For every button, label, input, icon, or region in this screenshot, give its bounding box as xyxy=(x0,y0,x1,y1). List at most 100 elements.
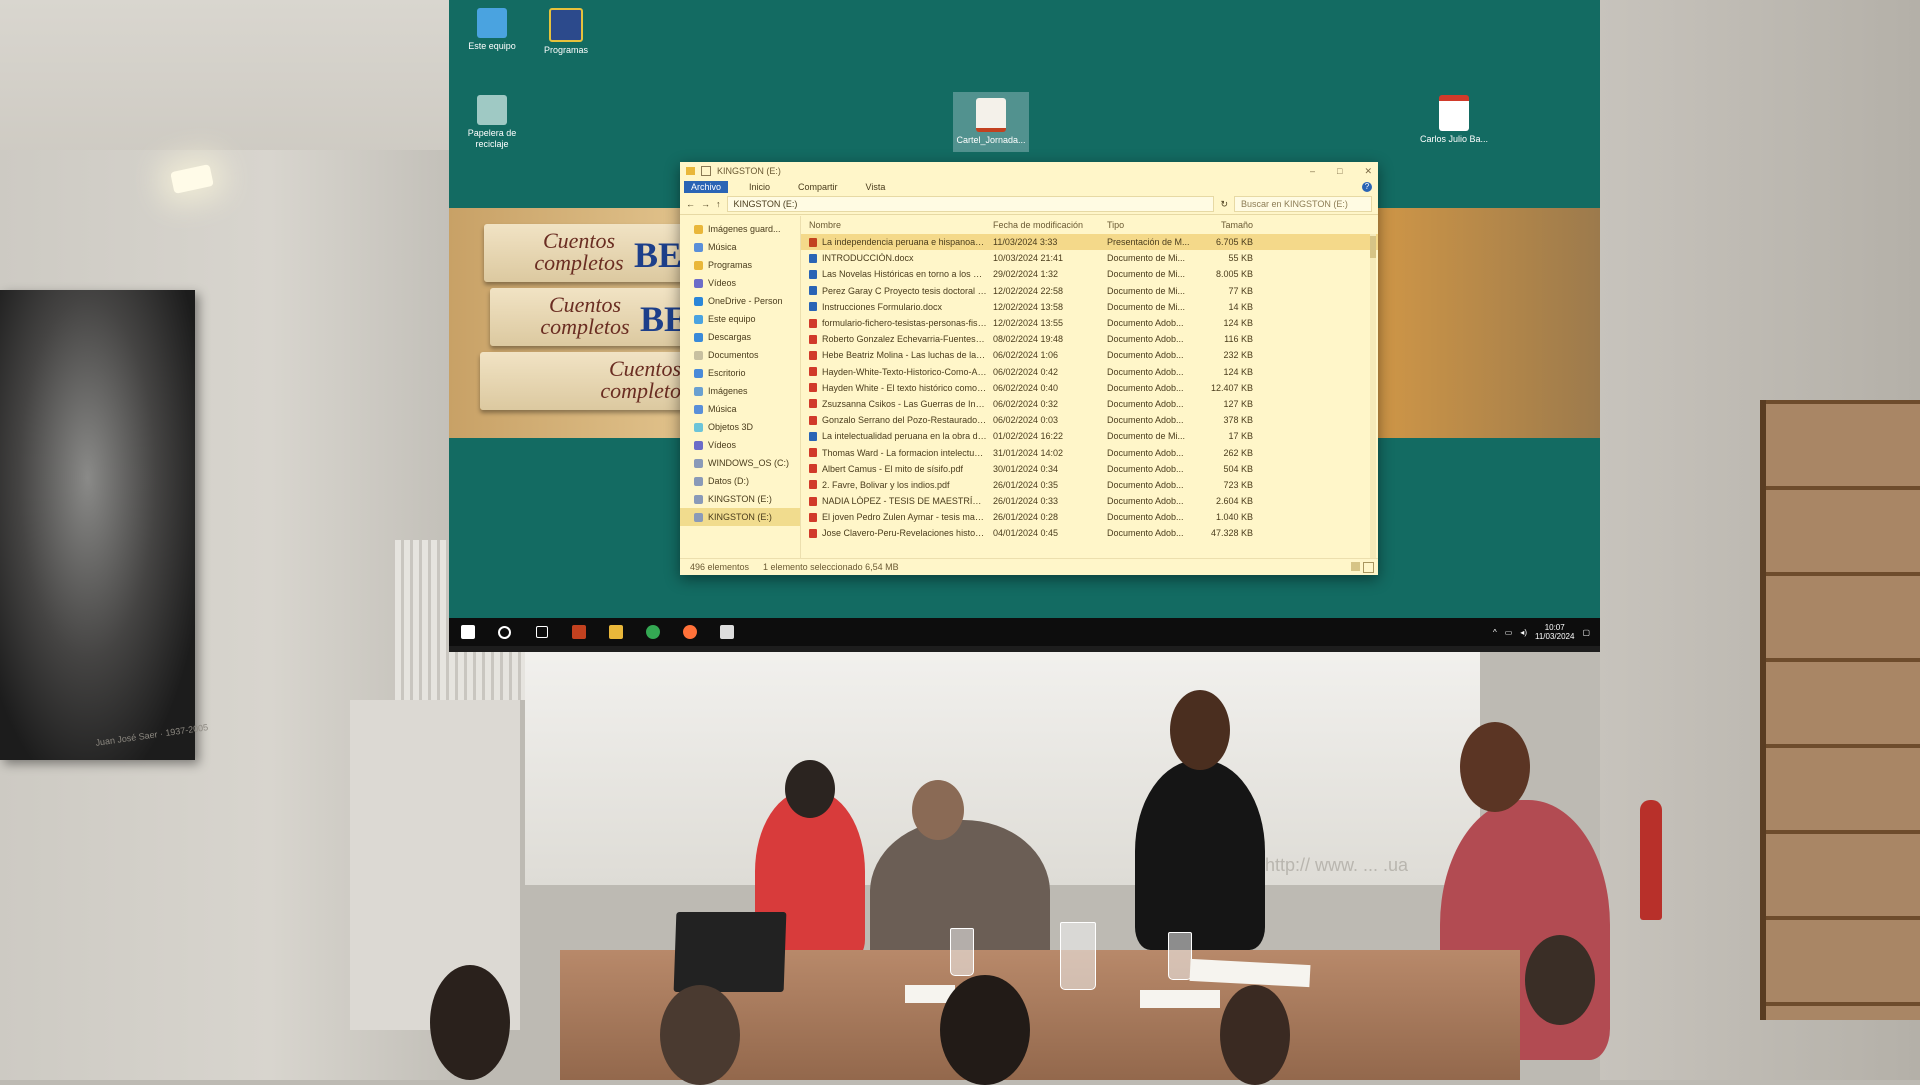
file-name: Roberto Gonzalez Echevarria-Fuentes.pdf xyxy=(822,334,987,345)
file-row[interactable]: Albert Camus - El mito de sísifo.pdf 30/0… xyxy=(801,461,1378,477)
column-header-size[interactable]: Tamaño xyxy=(1197,220,1259,230)
file-row[interactable]: Las Novelas Históricas en torno a los Li… xyxy=(801,266,1378,282)
nav-item[interactable]: Escritorio xyxy=(680,364,800,382)
taskbar-button[interactable] xyxy=(523,618,560,646)
taskbar-button[interactable] xyxy=(597,618,634,646)
nav-item[interactable]: Este equipo xyxy=(680,310,800,328)
file-name-cell: Gonzalo Serrano del Pozo-Restaurador o..… xyxy=(801,415,987,425)
nav-item[interactable]: WINDOWS_OS (C:) xyxy=(680,454,800,472)
details-view-icon[interactable] xyxy=(1351,561,1360,571)
network-icon[interactable]: ▭ xyxy=(1505,628,1513,637)
taskbar-button[interactable] xyxy=(560,618,597,646)
chevron-up-icon[interactable]: ^ xyxy=(1493,628,1497,637)
file-row[interactable]: El joven Pedro Zulen Aymar - tesis maest… xyxy=(801,509,1378,525)
file-row[interactable]: Instrucciones Formulario.docx 12/02/2024 … xyxy=(801,299,1378,315)
file-type: Documento Adob... xyxy=(1107,512,1184,523)
file-date: 06/02/2024 0:40 xyxy=(993,382,1059,393)
nav-item[interactable]: KINGSTON (E:) xyxy=(680,490,800,508)
nav-item-label: Vídeos xyxy=(708,440,737,450)
clock[interactable]: 10:07 11/03/2024 xyxy=(1535,623,1574,641)
pdf-file-icon xyxy=(809,512,817,522)
nav-item[interactable]: Música xyxy=(680,400,800,418)
volume-icon[interactable]: ◂) xyxy=(1520,628,1527,637)
tab-inicio[interactable]: Inicio xyxy=(742,181,777,193)
desktop-icon-recycle-bin[interactable]: Papelera de reciclaje xyxy=(454,95,530,150)
nav-item-label: Imágenes guard... xyxy=(708,224,781,234)
wall-portrait xyxy=(0,290,195,760)
taskbar-button[interactable] xyxy=(634,618,671,646)
up-icon[interactable]: ↑ xyxy=(716,199,721,209)
save-icon[interactable] xyxy=(701,166,711,176)
file-row[interactable]: Perez Garay C Proyecto tesis doctoral Hi… xyxy=(801,283,1378,299)
tab-compartir[interactable]: Compartir xyxy=(791,181,845,193)
media-player-icon xyxy=(719,625,734,639)
nav-item[interactable]: Música xyxy=(680,238,800,256)
file-type: Documento Adob... xyxy=(1107,496,1184,507)
taskbar-button[interactable] xyxy=(449,618,486,646)
desktop-icon-this-pc[interactable]: Este equipo xyxy=(454,8,530,52)
nav-item[interactable]: Documentos xyxy=(680,346,800,364)
nav-item[interactable]: Imágenes guard... xyxy=(680,220,800,238)
nav-item[interactable]: Vídeos xyxy=(680,436,800,454)
file-size: 124 KB xyxy=(1223,366,1253,377)
file-row[interactable]: La intelectualidad peruana en la obra de… xyxy=(801,428,1378,444)
file-row[interactable]: Jose Clavero-Peru-Revelaciones historica… xyxy=(801,525,1378,541)
window-titlebar[interactable]: KINGSTON (E:) – □ ✕ xyxy=(680,162,1378,180)
nav-item[interactable]: Descargas xyxy=(680,328,800,346)
forward-icon[interactable]: → xyxy=(701,199,710,209)
scrollbar-thumb[interactable] xyxy=(1370,236,1376,258)
file-date: 12/02/2024 13:58 xyxy=(993,301,1064,312)
file-row[interactable]: La independencia peruana e hispanoame...… xyxy=(801,234,1378,251)
search-input[interactable]: Buscar en KINGSTON (E:) xyxy=(1234,196,1372,212)
file-row[interactable]: INTRODUCCIÓN.docx 10/03/2024 21:41 Documen… xyxy=(801,250,1378,266)
file-row[interactable]: Thomas Ward - La formacion intelectual .… xyxy=(801,444,1378,460)
taskbar-button[interactable] xyxy=(708,618,745,646)
tab-vista[interactable]: Vista xyxy=(859,181,893,193)
file-row[interactable]: Hebe Beatriz Molina - Las luchas de la I… xyxy=(801,347,1378,363)
tab-archivo[interactable]: Archivo xyxy=(684,181,729,193)
minimize-icon[interactable]: – xyxy=(1310,166,1315,177)
nav-item[interactable]: Imágenes xyxy=(680,382,800,400)
nav-item[interactable]: KINGSTON (E:) xyxy=(680,508,800,526)
column-header-date[interactable]: Fecha de modificación xyxy=(987,220,1101,230)
address-bar[interactable]: KINGSTON (E:) xyxy=(726,196,1215,212)
taskbar-button[interactable] xyxy=(671,618,708,646)
desktop-icon-pdf[interactable]: Carlos Julio Ba... xyxy=(1416,95,1492,145)
desktop-icon-presentation[interactable]: Cartel_Jornada... xyxy=(953,92,1029,152)
nav-item[interactable]: Objetos 3D xyxy=(680,418,800,436)
help-icon[interactable]: ? xyxy=(1362,182,1372,192)
nav-item[interactable]: Datos (D:) xyxy=(680,472,800,490)
nav-item[interactable]: Vídeos xyxy=(680,274,800,292)
nav-item[interactable]: Programas xyxy=(680,256,800,274)
search-icon xyxy=(498,625,511,639)
file-row[interactable]: 2. Favre, Bolivar y los indios.pdf 26/01/… xyxy=(801,477,1378,493)
column-header-type[interactable]: Tipo xyxy=(1101,220,1197,230)
file-row[interactable]: Gonzalo Serrano del Pozo-Restaurador o..… xyxy=(801,412,1378,428)
nav-item[interactable]: OneDrive - Person xyxy=(680,292,800,310)
file-row[interactable]: Hayden White - El texto histórico como-.… xyxy=(801,380,1378,396)
back-icon[interactable]: ← xyxy=(686,199,695,209)
close-icon[interactable]: ✕ xyxy=(1364,166,1372,177)
pdf-file-icon xyxy=(809,480,817,490)
file-row[interactable]: Roberto Gonzalez Echevarria-Fuentes.pdf 0… xyxy=(801,331,1378,347)
file-name: 2. Favre, Bolivar y los indios.pdf xyxy=(822,479,950,490)
file-type: Documento de Mi... xyxy=(1107,253,1186,264)
notifications-icon[interactable]: ▢ xyxy=(1582,628,1590,637)
file-row[interactable]: Zsuzsanna Csikos - Las Guerras de Indepe… xyxy=(801,396,1378,412)
file-row[interactable]: Hayden-White-Texto-Historico-Como-Ar... 0… xyxy=(801,364,1378,380)
large-icons-view-icon[interactable] xyxy=(1363,561,1374,573)
file-size: 127 KB xyxy=(1223,398,1253,409)
desktop-icon-programs[interactable]: Programas xyxy=(528,8,604,56)
audience-head xyxy=(940,975,1030,1085)
firefox-icon xyxy=(682,625,697,639)
column-header-name[interactable]: Nombre xyxy=(801,220,987,230)
file-row[interactable]: NADIA LÓPEZ - TESIS DE MAESTRÍA.pdf 26/01… xyxy=(801,493,1378,509)
maximize-icon[interactable]: □ xyxy=(1337,166,1342,177)
file-name-cell: Las Novelas Históricas en torno a los Li… xyxy=(801,269,987,279)
vertical-scrollbar[interactable] xyxy=(1370,234,1376,559)
refresh-icon[interactable]: ↻ xyxy=(1220,199,1228,210)
taskbar-button[interactable] xyxy=(486,618,523,646)
navigation-pane: Imágenes guard... Música Programas Vídeos On… xyxy=(680,216,801,559)
folder-icon xyxy=(694,422,703,432)
file-row[interactable]: formulario-fichero-tesistas-personas-fis… xyxy=(801,315,1378,331)
